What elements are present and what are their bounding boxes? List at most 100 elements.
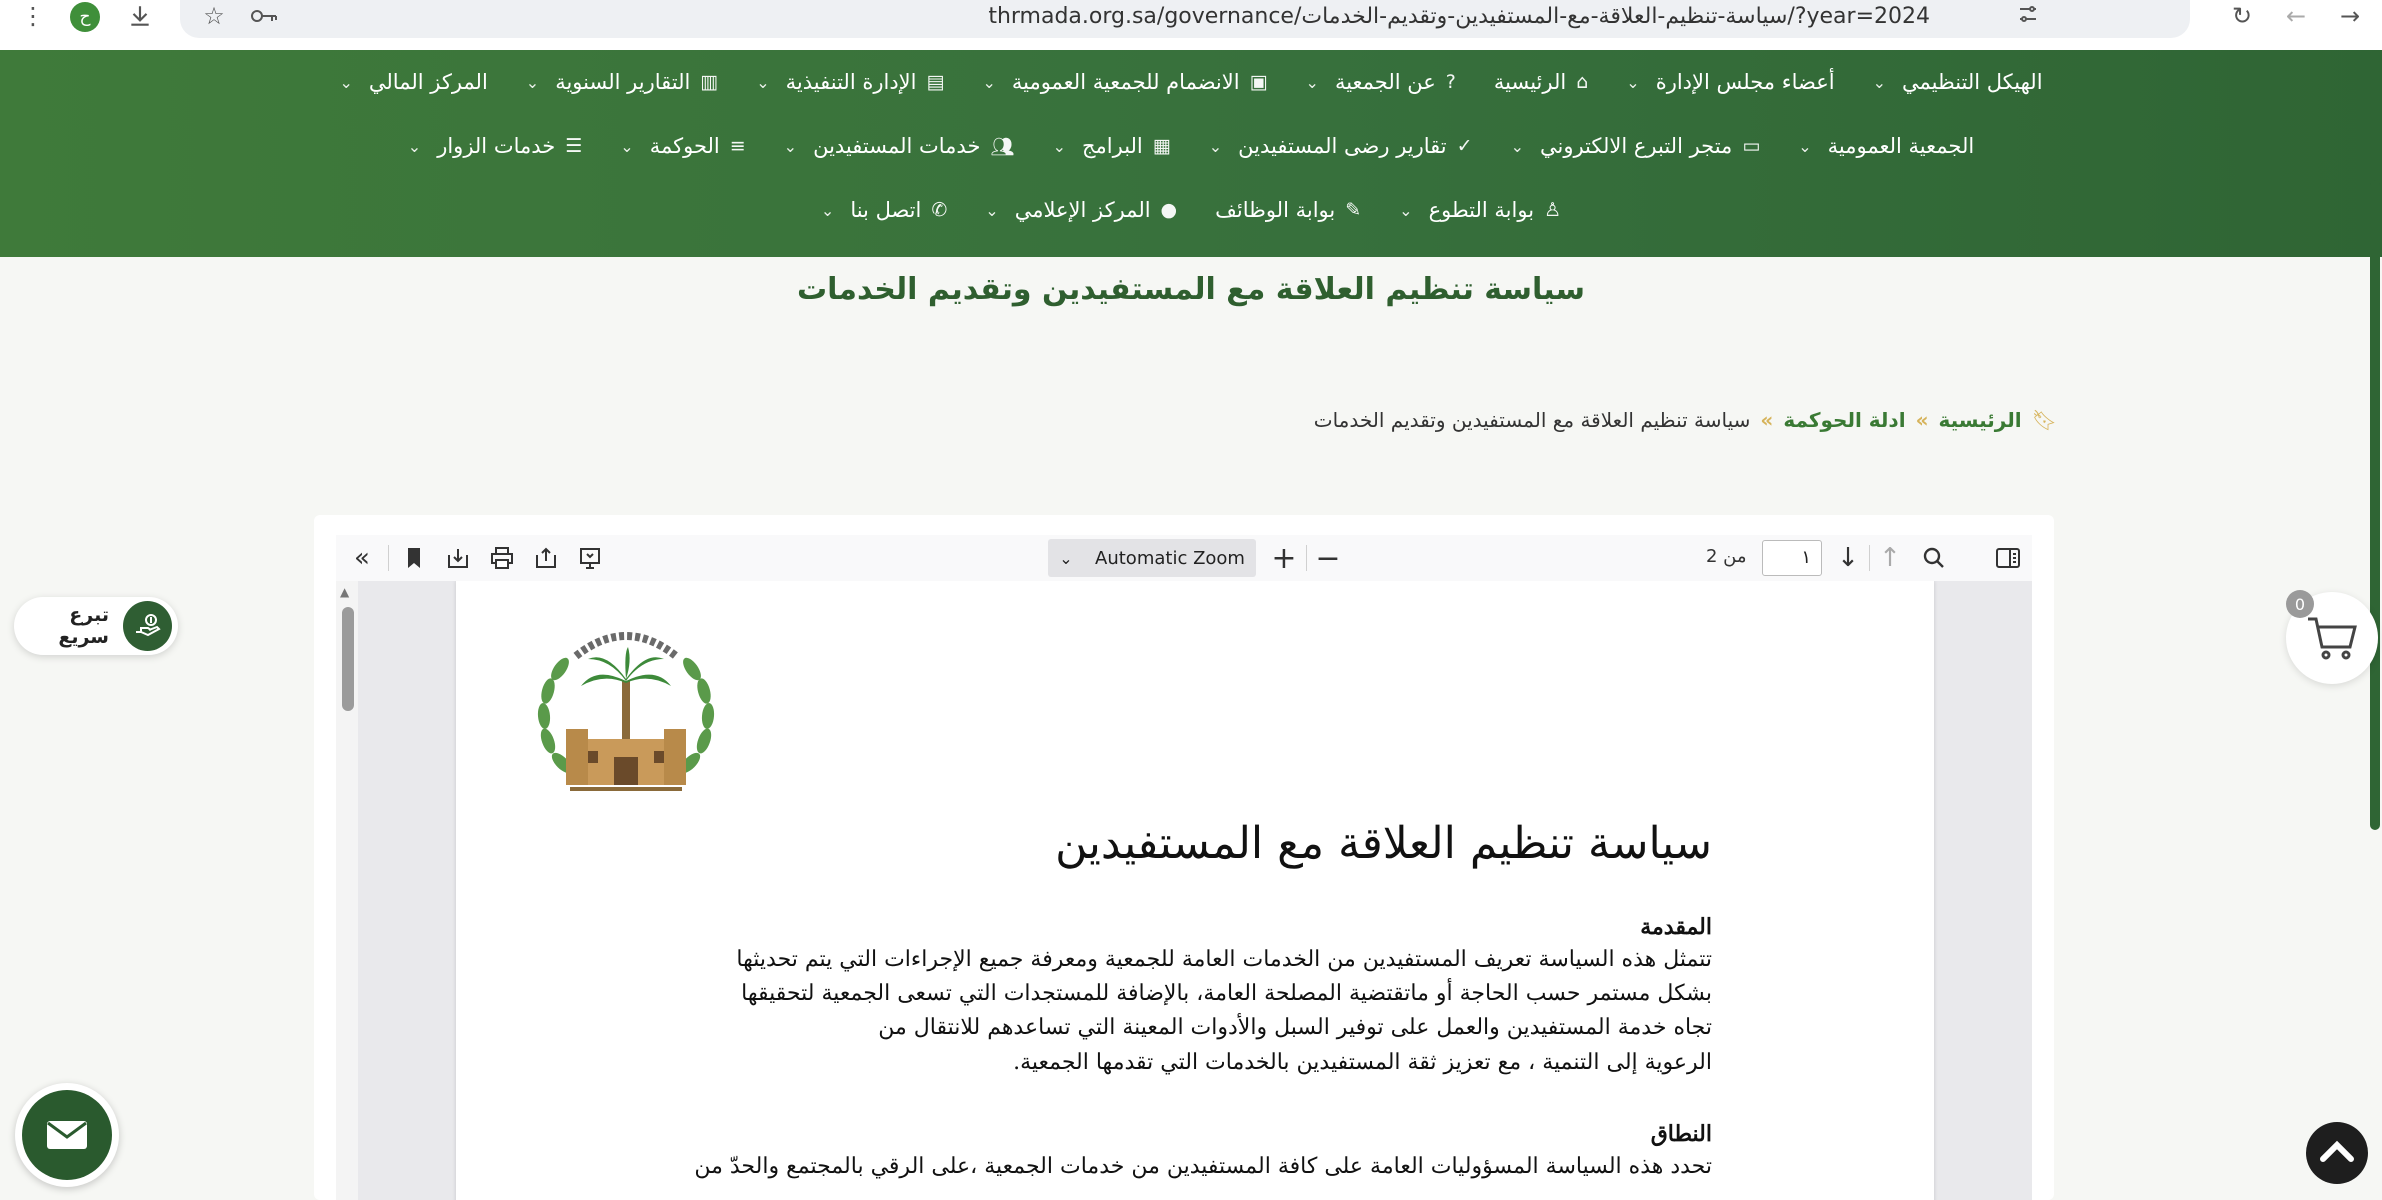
- back-icon[interactable]: →: [2332, 0, 2368, 32]
- chevron-down-icon[interactable]: ⌄: [1873, 73, 1886, 92]
- pdf-toolbar: « ⌄ Automatic Zoom + − من 2 ١ ↓ ↑: [336, 535, 2032, 581]
- cart-count-badge: 0: [2286, 590, 2314, 618]
- sidebar-toggle-icon[interactable]: [1990, 535, 2026, 581]
- nav-item[interactable]: ✆ اتصل بنا ⌄: [821, 198, 947, 222]
- home-icon: ⌂: [1576, 71, 1589, 93]
- profile-avatar[interactable]: ح: [70, 2, 100, 32]
- cart-button[interactable]: 0: [2286, 590, 2378, 684]
- paragraph-line: الرعوية إلى التنمية ، مع تعزيز ثقة المست…: [1013, 1050, 1712, 1075]
- chevron-down-icon[interactable]: ⌄: [1511, 137, 1524, 156]
- address-bar[interactable]: ☆ thrmada.org.sa/governance/سياسة-تنظيم-…: [180, 0, 2190, 38]
- chevron-down-icon[interactable]: ⌄: [1053, 137, 1066, 156]
- nav-item[interactable]: ▤ الإدارة التنفيذية ⌄: [756, 70, 944, 94]
- scroll-up-icon[interactable]: ▲: [340, 585, 349, 599]
- chevron-down-icon[interactable]: ⌄: [1626, 73, 1639, 92]
- chevron-down-icon[interactable]: ⌄: [1798, 137, 1811, 156]
- chevron-down-icon[interactable]: ⌄: [821, 201, 834, 220]
- nav-item[interactable]: المركز المالي ⌄: [339, 70, 487, 94]
- pdf-scrollbar-thumb[interactable]: [342, 607, 354, 711]
- chevron-down-icon[interactable]: ⌄: [985, 201, 998, 220]
- nav-item[interactable]: 👥︎ خدمات المستفيدين ⌄: [784, 134, 1015, 158]
- nav-item[interactable]: الهيكل التنظيمي ⌄: [1873, 70, 2043, 94]
- quick-donate-button[interactable]: تبرع سريع: [14, 597, 178, 655]
- nav-item[interactable]: ✓ تقارير رضى المستفيدين ⌄: [1209, 134, 1473, 158]
- chevron-down-icon[interactable]: ⌄: [526, 73, 539, 92]
- list-icon: ≡: [729, 135, 746, 157]
- nav-item-label: بوابة الوظائف: [1215, 198, 1336, 222]
- document-heading: سياسة تنظيم العلاقة مع المستفيدين: [1055, 818, 1712, 869]
- nav-item-label: اتصل بنا: [850, 198, 922, 222]
- nav-item[interactable]: ✎ بوابة الوظائف: [1215, 198, 1361, 222]
- zoom-out-button[interactable]: −: [1310, 535, 1346, 581]
- nav-item-label: الإدارة التنفيذية: [785, 70, 917, 94]
- nav-item-label: الانضمام للجمعية العمومية: [1011, 70, 1240, 94]
- chevron-down-icon[interactable]: ⌄: [339, 73, 352, 92]
- chevron-down-icon[interactable]: ⌄: [784, 137, 797, 156]
- nav-item[interactable]: ? عن الجمعية ⌄: [1306, 70, 1456, 94]
- nav-item[interactable]: أعضاء مجلس الإدارة ⌄: [1626, 70, 1834, 94]
- page-number-input[interactable]: ١: [1762, 540, 1822, 576]
- pdf-document-area[interactable]: ▲ سياسة تنظيم العلاقة مع المستفيدين المق…: [336, 581, 2032, 1200]
- pdf-scrollbar[interactable]: ▲: [336, 581, 358, 1200]
- check-icon: ✓: [1456, 135, 1473, 157]
- nav-item[interactable]: ▣ الانضمام للجمعية العمومية ⌄: [982, 70, 1267, 94]
- breadcrumb-home-link[interactable]: الرئيسية: [1938, 408, 2021, 432]
- forward-icon[interactable]: ←: [2278, 0, 2314, 32]
- scroll-to-top-button[interactable]: [2306, 1122, 2368, 1184]
- nav-item[interactable]: ● المركز الإعلامي ⌄: [985, 198, 1177, 222]
- section-title: المقدمة: [1640, 914, 1712, 940]
- calendar-icon: ▦: [1152, 135, 1171, 157]
- chevron-down-icon[interactable]: ⌄: [756, 73, 769, 92]
- nav-row-3: ♙ بوابة التطوع ⌄ ✎ بوابة الوظائف ● المركز الإع…: [0, 198, 2382, 222]
- microphone-icon: ●: [1160, 199, 1178, 221]
- nav-item[interactable]: ≡ الحوكمة ⌄: [620, 134, 745, 158]
- nav-item[interactable]: ▭ متجر التبرع الالكتروني ⌄: [1511, 134, 1761, 158]
- star-icon[interactable]: ☆: [198, 0, 230, 32]
- nav-item[interactable]: ▦ البرامج ⌄: [1053, 134, 1171, 158]
- chevron-down-icon[interactable]: ⌄: [1306, 73, 1319, 92]
- nav-item-label: الرئيسية: [1493, 70, 1567, 94]
- next-page-button[interactable]: ↓: [1830, 535, 1866, 581]
- password-key-icon[interactable]: [246, 0, 282, 32]
- chevron-down-icon[interactable]: ⌄: [982, 73, 995, 92]
- quick-donate-label: تبرع سريع: [58, 604, 109, 648]
- nav-item[interactable]: ▥ التقارير السنوية ⌄: [526, 70, 718, 94]
- bookmark-icon[interactable]: [396, 535, 432, 581]
- envelope-icon: [47, 1121, 87, 1149]
- reload-icon[interactable]: ↻: [2224, 0, 2260, 32]
- zoom-select[interactable]: ⌄ Automatic Zoom: [1048, 539, 1256, 577]
- association-logo: [537, 632, 715, 791]
- cart-icon: [2308, 617, 2357, 660]
- url-text[interactable]: thrmada.org.sa/governance/سياسة-تنظيم-ال…: [988, 4, 1930, 29]
- server-icon: ☰: [565, 135, 583, 157]
- nav-item[interactable]: ♙ بوابة التطوع ⌄: [1399, 198, 1561, 222]
- download-icon[interactable]: [440, 535, 476, 581]
- paragraph-line: تجاه خدمة المستفيدين والعمل على توفير ال…: [878, 1015, 1712, 1040]
- previous-page-button[interactable]: ↑: [1872, 535, 1908, 581]
- nav-item[interactable]: ☰ خدمات الزوار ⌄: [408, 134, 583, 158]
- paragraph-line: بشكل مستمر حسب الحاجة أو ماتقتضية المصلح…: [741, 981, 1712, 1006]
- more-menu-icon[interactable]: ⋮: [18, 0, 48, 32]
- nav-item[interactable]: الجمعية العمومية ⌄: [1798, 134, 1974, 158]
- nav-row-2: الجمعية العمومية ⌄ ▭ متجر التبرع الالكتروني…: [0, 134, 2382, 158]
- download-icon[interactable]: [122, 0, 158, 32]
- zoom-in-button[interactable]: +: [1266, 535, 1302, 581]
- nav-item-label: المركز المالي: [368, 70, 488, 94]
- nav-item-label: خدمات المستفيدين: [813, 134, 981, 158]
- chevron-down-icon[interactable]: ⌄: [1399, 201, 1412, 220]
- breadcrumb-parent-link[interactable]: ادلة الحوكمة: [1783, 408, 1905, 432]
- site-settings-icon[interactable]: [2016, 2, 2040, 32]
- tools-expand-icon[interactable]: «: [344, 535, 380, 581]
- nav-item[interactable]: ⌂ الرئيسية: [1494, 70, 1588, 94]
- nav-item-label: متجر التبرع الالكتروني: [1539, 134, 1733, 158]
- chevron-down-icon[interactable]: ⌄: [408, 137, 421, 156]
- file-chart-icon: ▥: [700, 71, 719, 93]
- breadcrumb-current: سياسة تنظيم العلاقة مع المستفيدين وتقديم…: [1313, 408, 1751, 432]
- presentation-mode-icon[interactable]: [572, 535, 608, 581]
- open-file-icon[interactable]: [528, 535, 564, 581]
- search-icon[interactable]: [1916, 535, 1952, 581]
- chevron-down-icon[interactable]: ⌄: [1209, 137, 1222, 156]
- contact-email-button[interactable]: [15, 1083, 119, 1187]
- print-icon[interactable]: [484, 535, 520, 581]
- chevron-down-icon[interactable]: ⌄: [620, 137, 633, 156]
